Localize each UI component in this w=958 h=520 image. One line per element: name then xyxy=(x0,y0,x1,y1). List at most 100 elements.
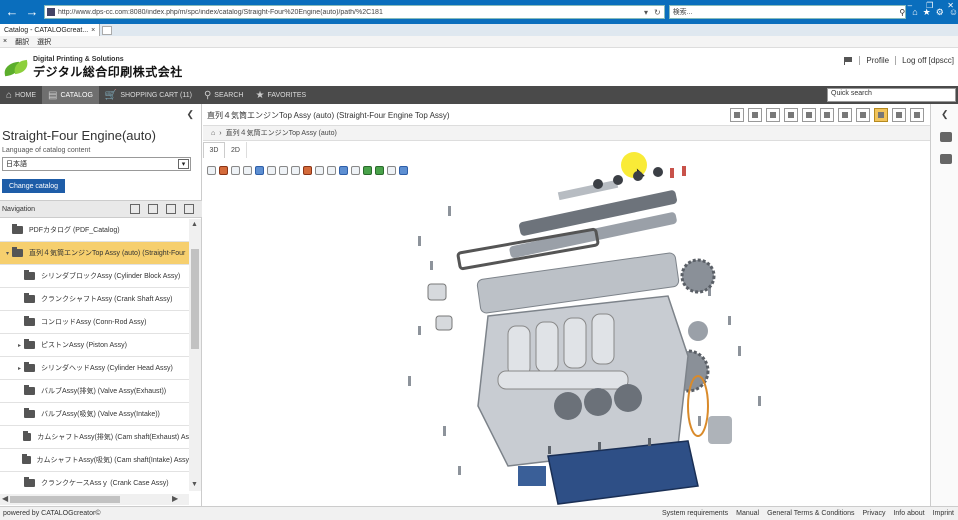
tree-item[interactable]: クランクシャフトAssy (Crank Shaft Assy) xyxy=(0,288,189,311)
scroll-right-icon[interactable]: ▶ xyxy=(172,494,178,503)
collapse-left-panel[interactable]: ❮ xyxy=(0,104,202,126)
menu-home[interactable]: ⌂ HOME xyxy=(0,86,42,104)
tree-item[interactable]: ▸ ピストンAssy (Piston Assy) xyxy=(0,334,189,357)
footer-link-terms[interactable]: General Terms & Conditions xyxy=(767,510,854,517)
fullscreen-icon[interactable] xyxy=(748,108,762,122)
split-view-icon[interactable] xyxy=(766,108,780,122)
pdf-icon[interactable] xyxy=(130,204,140,214)
url-dropdown-icon[interactable]: ▾ xyxy=(641,8,651,17)
footer-link-info[interactable]: Info about xyxy=(893,510,924,517)
forward-arrow-icon[interactable]: → xyxy=(24,4,40,20)
cube-view-icon[interactable] xyxy=(315,165,324,175)
menu-catalog[interactable]: ▤ CATALOG xyxy=(42,86,99,104)
scroll-up-icon[interactable]: ▲ xyxy=(191,221,198,228)
quick-search-input[interactable]: Quick search xyxy=(827,88,956,102)
footer-link-privacy[interactable]: Privacy xyxy=(863,510,886,517)
favorites-bar: × 翻訳 選択 xyxy=(0,36,958,48)
scroll-left-icon[interactable]: ◀ xyxy=(2,494,8,503)
viewer-menu-icon[interactable] xyxy=(207,165,216,175)
comments-icon[interactable] xyxy=(940,132,952,142)
footer-link-system-requirements[interactable]: System requirements xyxy=(662,510,728,517)
browser-tab[interactable]: Catalog - CATALOGcreat... × xyxy=(0,24,101,36)
close-icon[interactable]: ✕ xyxy=(947,1,954,10)
minimize-icon[interactable]: – xyxy=(908,1,912,10)
tree-item[interactable]: カムシャフトAssy(排気) (Cam shaft(Exhaust) As xyxy=(0,426,189,449)
tree-item[interactable]: PDFカタログ (PDF_Catalog) xyxy=(0,219,189,242)
back-arrow-icon[interactable]: ← xyxy=(4,4,20,20)
chat-icon[interactable] xyxy=(940,154,952,164)
markup-pen-icon[interactable] xyxy=(219,165,228,175)
home-view-icon[interactable] xyxy=(730,108,744,122)
list-icon[interactable] xyxy=(166,204,176,214)
sphere-icon[interactable] xyxy=(339,165,348,175)
search-glass-icon[interactable]: ⚲ xyxy=(899,8,905,17)
rotate-icon[interactable] xyxy=(255,165,264,175)
tree-item[interactable]: バルブAssy(排気) (Valve Assy(Exhaust)) xyxy=(0,380,189,403)
language-select[interactable]: 日本語 ▾ xyxy=(2,157,191,171)
profile-link[interactable]: Profile xyxy=(866,56,889,65)
restore-icon[interactable]: ❐ xyxy=(926,1,933,10)
pdf-export-icon[interactable] xyxy=(910,108,924,122)
close-icon[interactable]: × xyxy=(3,38,7,45)
table-view-icon[interactable] xyxy=(892,108,906,122)
tree-item[interactable]: コンロッドAssy (Conn-Rod Assy) xyxy=(0,311,189,334)
animation-icon[interactable] xyxy=(375,165,384,175)
footer-link-imprint[interactable]: Imprint xyxy=(933,510,954,517)
fit-view-icon[interactable] xyxy=(784,108,798,122)
menu-search-label: SEARCH xyxy=(214,91,244,99)
tree-item[interactable]: ▾ 直列４気筒エンジンTop Assy (auto) (Straight-Four xyxy=(0,242,189,265)
outdent-icon[interactable] xyxy=(184,204,194,214)
menu-favorites[interactable]: ★ FAVORITES xyxy=(249,86,312,104)
url-field[interactable]: http://www.dps-cc.com:8080/index.php/m/s… xyxy=(43,5,665,19)
logoff-link[interactable]: Log off [dpscc] xyxy=(902,56,954,65)
color-icon[interactable] xyxy=(303,165,312,175)
tab-2d[interactable]: 2D xyxy=(225,142,247,158)
favorite-translate[interactable]: 翻訳 xyxy=(15,37,29,47)
fit-all-icon[interactable] xyxy=(291,165,300,175)
zoom-icon[interactable] xyxy=(267,165,276,175)
refresh-icon[interactable]: ↻ xyxy=(651,8,664,17)
change-catalog-button[interactable]: Change catalog xyxy=(2,179,65,193)
breadcrumb-home-icon[interactable]: ⌂ xyxy=(211,130,215,137)
single-view-icon[interactable] xyxy=(838,108,852,122)
tab-close-icon[interactable]: × xyxy=(91,27,95,34)
tree-horizontal-scrollbar[interactable]: ◀ ▶ xyxy=(0,494,189,505)
tree-item[interactable]: カムシャフトAssy(吸気) (Cam shaft(Intake) Assy xyxy=(0,449,189,472)
scrollbar-thumb[interactable] xyxy=(191,249,199,349)
browser-search-field[interactable]: 検索... ⚲ xyxy=(668,5,907,19)
chart-view-icon[interactable] xyxy=(856,108,870,122)
footer-link-manual[interactable]: Manual xyxy=(736,510,759,517)
tree-item[interactable]: クランクケースAssｙ (Crank Case Assy) xyxy=(0,472,189,491)
move-icon[interactable] xyxy=(243,165,252,175)
tree-vertical-scrollbar[interactable]: ▲ ▼ xyxy=(189,219,201,491)
new-tab-button[interactable] xyxy=(102,25,113,35)
grid-view-icon[interactable] xyxy=(820,108,834,122)
favorite-select[interactable]: 選択 xyxy=(37,37,51,47)
screen-icon[interactable] xyxy=(351,165,360,175)
tab-3d[interactable]: 3D xyxy=(203,142,225,158)
chevron-down-icon[interactable]: ▾ xyxy=(178,159,189,169)
tree-item[interactable]: シリンダブロックAssy (Cylinder Block Assy) xyxy=(0,265,189,288)
menu-shopping-cart[interactable]: 🛒 SHOPPING CART (11) xyxy=(99,86,198,104)
pause-icon[interactable] xyxy=(387,165,396,175)
tree-item[interactable]: ▸ シリンダヘッドAssy (Cylinder Head Assy) xyxy=(0,357,189,380)
tree-item[interactable]: バルブAssy(吸気) (Valve Assy(Intake)) xyxy=(0,403,189,426)
list-view-icon[interactable] xyxy=(802,108,816,122)
engine-3d-model[interactable] xyxy=(398,166,798,506)
image-view-icon[interactable] xyxy=(874,108,888,122)
table-icon[interactable] xyxy=(231,165,240,175)
company-logo[interactable]: Digital Printing & Solutions デジタル総合印刷株式会… xyxy=(3,56,183,80)
explode-icon[interactable] xyxy=(363,165,372,175)
indent-icon[interactable] xyxy=(148,204,158,214)
zoom-area-icon[interactable] xyxy=(279,165,288,175)
flag-icon[interactable] xyxy=(844,56,853,65)
breadcrumb-item[interactable]: 直列４気筒エンジンTop Assy (auto) xyxy=(226,128,337,138)
tree-item-label: バルブAssy(吸気) (Valve Assy(Intake)) xyxy=(41,411,160,418)
scroll-down-icon[interactable]: ▼ xyxy=(191,481,198,488)
menu-search[interactable]: ⚲ SEARCH xyxy=(198,86,250,104)
section-icon[interactable] xyxy=(327,165,336,175)
tree-item-label: ピストンAssy (Piston Assy) xyxy=(41,342,127,349)
view-tabs: 3D 2D xyxy=(203,142,247,158)
chevron-left-icon[interactable]: ❮ xyxy=(941,109,949,120)
scrollbar-thumb[interactable] xyxy=(10,496,120,503)
